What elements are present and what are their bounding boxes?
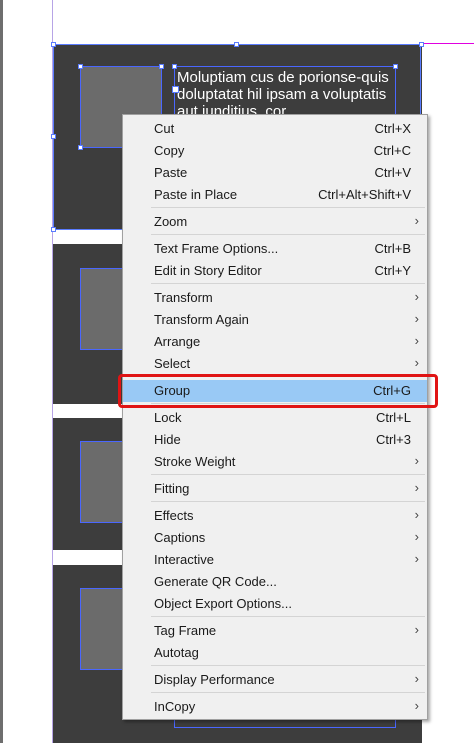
text-frame-content: Moluptiam cus de porionse-quis doluptata… <box>177 69 389 120</box>
menu-item-zoom[interactable]: Zoom › <box>123 211 427 233</box>
menu-item-select[interactable]: Select › <box>123 353 427 375</box>
menu-item-label: Cut <box>154 121 175 136</box>
menu-item-shortcut: Ctrl+X <box>374 121 411 136</box>
menu-item-label: Object Export Options... <box>154 596 293 611</box>
menu-separator <box>151 692 425 693</box>
menu-separator <box>151 501 425 502</box>
menu-item-shortcut: Ctrl+L <box>375 410 411 425</box>
menu-item-label: Paste in Place <box>154 187 238 202</box>
page-edge-guide <box>422 43 474 44</box>
menu-item-shortcut: Ctrl+3 <box>375 432 411 447</box>
menu-item-label: Transform Again <box>154 312 249 327</box>
menu-item-paste[interactable]: Paste Ctrl+V <box>123 162 427 184</box>
menu-item-text-frame-options[interactable]: Text Frame Options... Ctrl+B <box>123 238 427 260</box>
chevron-right-icon: › <box>414 333 419 348</box>
menu-item-effects[interactable]: Effects › <box>123 505 427 527</box>
menu-item-copy[interactable]: Copy Ctrl+C <box>123 140 427 162</box>
menu-item-cut[interactable]: Cut Ctrl+X <box>123 118 427 140</box>
menu-item-display-performance[interactable]: Display Performance › <box>123 669 427 691</box>
menu-item-label: Zoom <box>154 214 188 229</box>
menu-item-label: Arrange <box>154 334 201 349</box>
menu-item-edit-in-story-editor[interactable]: Edit in Story Editor Ctrl+Y <box>123 260 427 282</box>
menu-item-label: Paste <box>154 165 188 180</box>
menu-item-label: Captions <box>154 530 206 545</box>
menu-separator <box>151 665 425 666</box>
menu-item-label: Autotag <box>154 645 199 660</box>
menu-item-shortcut: Ctrl+Y <box>374 263 411 278</box>
chevron-right-icon: › <box>414 529 419 544</box>
menu-item-paste-in-place[interactable]: Paste in Place Ctrl+Alt+Shift+V <box>123 184 427 206</box>
selection-handle[interactable] <box>51 134 56 139</box>
chevron-right-icon: › <box>414 671 419 686</box>
frame-handle[interactable] <box>393 64 398 69</box>
menu-item-label: Generate QR Code... <box>154 574 277 589</box>
menu-item-captions[interactable]: Captions › <box>123 527 427 549</box>
chevron-right-icon: › <box>414 453 419 468</box>
selection-handle[interactable] <box>419 42 424 47</box>
annotation-highlight-box <box>118 374 438 408</box>
menu-item-label: Interactive <box>154 552 214 567</box>
menu-item-arrange[interactable]: Arrange › <box>123 331 427 353</box>
menu-item-generate-qr-code[interactable]: Generate QR Code... <box>123 571 427 593</box>
menu-item-label: Text Frame Options... <box>154 241 279 256</box>
menu-separator <box>151 207 425 208</box>
chevron-right-icon: › <box>414 551 419 566</box>
menu-item-label: Stroke Weight <box>154 454 236 469</box>
chevron-right-icon: › <box>414 622 419 637</box>
menu-item-label: Effects <box>154 508 194 523</box>
chevron-right-icon: › <box>414 698 419 713</box>
frame-handle[interactable] <box>78 64 83 69</box>
menu-separator <box>151 283 425 284</box>
chevron-right-icon: › <box>414 355 419 370</box>
menu-item-lock[interactable]: Lock Ctrl+L <box>123 407 427 429</box>
menu-item-transform[interactable]: Transform › <box>123 287 427 309</box>
menu-item-label: Fitting <box>154 481 190 496</box>
menu-item-stroke-weight[interactable]: Stroke Weight › <box>123 451 427 473</box>
menu-item-shortcut: Ctrl+C <box>373 143 411 158</box>
menu-item-shortcut: Ctrl+V <box>374 165 411 180</box>
chevron-right-icon: › <box>414 213 419 228</box>
menu-item-autotag[interactable]: Autotag <box>123 642 427 664</box>
selection-handle[interactable] <box>234 42 239 47</box>
menu-item-fitting[interactable]: Fitting › <box>123 478 427 500</box>
menu-item-tag-frame[interactable]: Tag Frame › <box>123 620 427 642</box>
menu-item-label: Copy <box>154 143 185 158</box>
chevron-right-icon: › <box>414 289 419 304</box>
pasteboard-edge <box>0 0 3 743</box>
menu-item-label: Tag Frame <box>154 623 217 638</box>
context-menu: Cut Ctrl+X Copy Ctrl+C Paste Ctrl+V Past… <box>122 114 428 720</box>
menu-item-transform-again[interactable]: Transform Again › <box>123 309 427 331</box>
menu-separator <box>151 474 425 475</box>
menu-item-label: Edit in Story Editor <box>154 263 262 278</box>
menu-item-incopy[interactable]: InCopy › <box>123 696 427 718</box>
menu-item-label: Lock <box>154 410 182 425</box>
chevron-right-icon: › <box>414 480 419 495</box>
menu-item-shortcut: Ctrl+Alt+Shift+V <box>318 187 411 202</box>
selection-handle[interactable] <box>51 227 56 232</box>
menu-item-hide[interactable]: Hide Ctrl+3 <box>123 429 427 451</box>
menu-separator <box>151 616 425 617</box>
menu-item-label: Transform <box>154 290 213 305</box>
menu-item-label: Select <box>154 356 191 371</box>
menu-item-label: InCopy <box>154 699 196 714</box>
selection-handle[interactable] <box>51 42 56 47</box>
menu-item-label: Display Performance <box>154 672 275 687</box>
chevron-right-icon: › <box>414 311 419 326</box>
frame-handle[interactable] <box>172 64 177 69</box>
menu-separator <box>151 234 425 235</box>
text-in-port[interactable] <box>172 86 179 93</box>
menu-item-interactive[interactable]: Interactive › <box>123 549 427 571</box>
menu-item-label: Hide <box>154 432 181 447</box>
menu-item-shortcut: Ctrl+B <box>374 241 411 256</box>
frame-handle[interactable] <box>78 145 83 150</box>
chevron-right-icon: › <box>414 507 419 522</box>
frame-handle[interactable] <box>159 64 164 69</box>
menu-item-object-export-options[interactable]: Object Export Options... <box>123 593 427 615</box>
